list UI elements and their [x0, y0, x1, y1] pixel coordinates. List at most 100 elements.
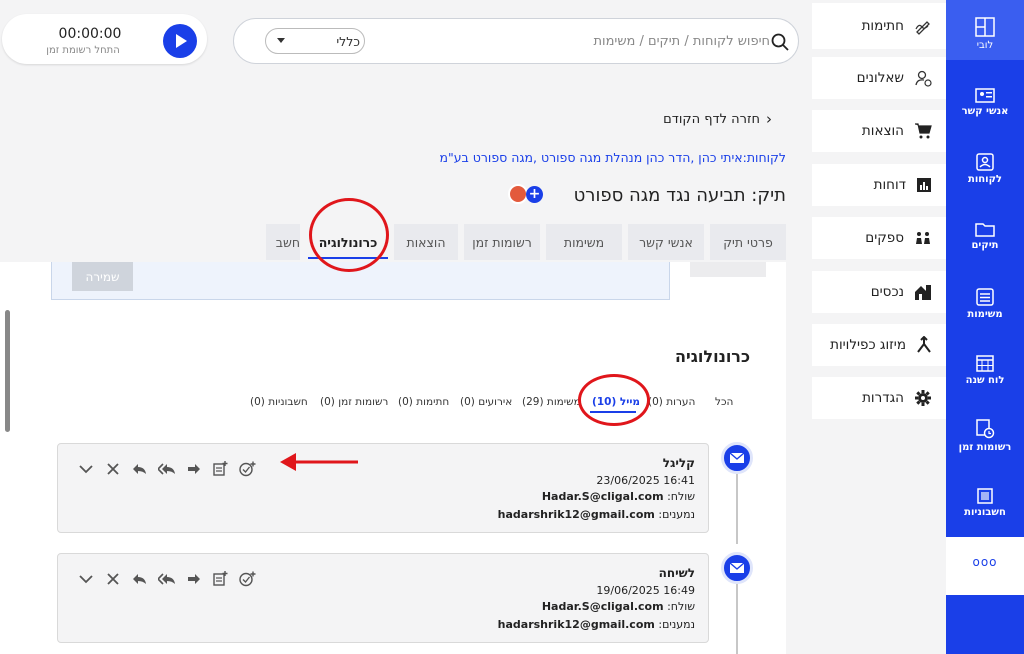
assets-icon [915, 285, 931, 300]
tab-time-entries[interactable]: רשומות זמן [464, 224, 540, 260]
timeline-line [736, 580, 738, 654]
close-icon[interactable] [103, 459, 122, 478]
add-task-icon[interactable] [238, 569, 257, 588]
tasks-icon [976, 288, 994, 306]
merge-icon [917, 336, 931, 353]
filter-time-entries[interactable]: רשומות זמן (0) [320, 396, 388, 408]
chronology-title: כרונולוגיה [675, 347, 750, 366]
tab-case-details[interactable]: פרטי תיק [710, 224, 786, 260]
nav-calendar[interactable]: לוח שנה [946, 353, 1024, 386]
menu-questionnaires-label: שאלונים [856, 70, 904, 86]
calendar-icon [976, 355, 994, 372]
reply-all-icon[interactable] [157, 569, 176, 588]
add-task-icon[interactable] [238, 459, 257, 478]
reply-icon[interactable] [130, 459, 149, 478]
mail-to: נמענים: hadarshrik12@gmail.com [400, 508, 695, 521]
questionnaire-icon [915, 70, 932, 87]
clients-breadcrumb[interactable]: לקוחות:איתי כהן ,הדר כהן מנהלת מגה ספורט… [300, 150, 786, 165]
forward-icon[interactable] [184, 569, 203, 588]
filter-tasks[interactable]: משימות (29) [522, 396, 581, 408]
close-icon[interactable] [103, 569, 122, 588]
nav-time-entries[interactable]: רשומות זמן [946, 418, 1024, 453]
add-note-icon[interactable] [211, 569, 230, 588]
menu-signatures[interactable]: חתימות [812, 3, 946, 49]
mail-actions [76, 459, 257, 478]
annotation-circle-filter [578, 374, 650, 426]
from-label: שולח: [667, 600, 695, 613]
play-icon [176, 34, 187, 48]
mail-datetime: 16:41 23/06/2025 [596, 474, 695, 487]
tab-contacts[interactable]: אנשי קשר [628, 224, 704, 260]
save-button[interactable]: שמירה [72, 262, 133, 291]
nav-calendar-label: לוח שנה [965, 375, 1005, 386]
menu-reports[interactable]: דוחות [812, 164, 946, 206]
nav-invoices[interactable]: חשבוניות [946, 487, 1024, 518]
nav-contacts[interactable]: אנשי קשר [946, 88, 1024, 117]
search-scope-value: כללי [336, 34, 360, 49]
back-link[interactable]: חזרה לדף הקודם [560, 112, 760, 127]
menu-settings-label: הגדרות [862, 390, 904, 406]
mail-datetime: 16:49 19/06/2025 [596, 584, 695, 597]
nav-cases[interactable]: תיקים [946, 220, 1024, 251]
menu-merge-duplicates-label: מיזוג כפילויות [830, 337, 906, 353]
scrollbar[interactable] [5, 310, 10, 432]
search-icon[interactable] [770, 32, 790, 56]
menu-questionnaires[interactable]: שאלונים [812, 57, 946, 99]
filter-signatures[interactable]: חתימות (0) [398, 396, 449, 408]
forward-icon[interactable] [184, 459, 203, 478]
search-input[interactable]: חיפוש לקוחות / תיקים / משימות [520, 34, 771, 49]
to-value: hadarshrik12@gmail.com [497, 618, 655, 631]
menu-settings[interactable]: הגדרות [812, 377, 946, 419]
reply-icon[interactable] [130, 569, 149, 588]
chevron-right-icon[interactable]: › [766, 110, 772, 128]
play-button[interactable] [163, 24, 197, 58]
avatar[interactable] [508, 184, 528, 204]
tab-invoices-partial[interactable]: חשב [266, 224, 300, 260]
tab-expenses[interactable]: הוצאות [394, 224, 458, 260]
menu-expenses-label: הוצאות [861, 123, 904, 139]
nav-tasks[interactable]: משימות [946, 287, 1024, 320]
mail-icon [729, 452, 745, 463]
chevron-down-icon[interactable] [76, 569, 95, 588]
side-panel-stub [690, 262, 766, 277]
nav-lobby-label: לובי [976, 40, 994, 51]
chevron-down-icon [277, 38, 285, 43]
folder-icon [975, 223, 995, 237]
nav-tasks-label: משימות [967, 309, 1003, 320]
more-button[interactable]: ooo [946, 555, 1024, 569]
signature-icon [915, 21, 930, 35]
time-entries-icon [976, 419, 995, 439]
menu-assets[interactable]: נכסים [812, 271, 946, 313]
add-user-button[interactable]: + [526, 186, 543, 203]
mail-from: שולח: Hadar.S@cligal.com [400, 600, 695, 613]
menu-suppliers-label: ספקים [865, 230, 904, 246]
menu-assets-label: נכסים [870, 284, 904, 300]
timeline-mail-dot [721, 552, 753, 584]
start-time-entry-label[interactable]: התחל רשומת זמן [28, 45, 138, 56]
cart-icon [915, 123, 932, 139]
filter-events[interactable]: אירועים (0) [460, 396, 512, 408]
nav-clients-label: לקוחות [968, 174, 1002, 185]
clients-icon [976, 153, 994, 171]
reply-all-icon[interactable] [157, 459, 176, 478]
from-value: Hadar.S@cligal.com [541, 490, 664, 503]
to-value: hadarshrik12@gmail.com [497, 508, 655, 521]
annotation-arrow-icon [280, 453, 358, 471]
annotation-circle-tab [309, 198, 389, 272]
menu-signatures-label: חתימות [861, 18, 904, 34]
nav-clients[interactable]: לקוחות [946, 152, 1024, 185]
menu-expenses[interactable]: הוצאות [812, 110, 946, 152]
nav-lobby[interactable]: לובי [946, 16, 1024, 51]
mail-actions [76, 569, 257, 588]
tab-tasks[interactable]: משימות [546, 224, 622, 260]
filter-notes[interactable]: הערות (0) [648, 396, 695, 408]
filter-all[interactable]: הכל [715, 396, 733, 408]
from-value: Hadar.S@cligal.com [541, 600, 664, 613]
menu-merge-duplicates[interactable]: מיזוג כפילויות [812, 324, 946, 366]
menu-reports-label: דוחות [873, 177, 906, 193]
add-note-icon[interactable] [211, 459, 230, 478]
menu-suppliers[interactable]: ספקים [812, 217, 946, 259]
invoices-icon [977, 488, 993, 504]
chevron-down-icon[interactable] [76, 459, 95, 478]
filter-invoices[interactable]: חשבוניות (0) [250, 396, 308, 408]
